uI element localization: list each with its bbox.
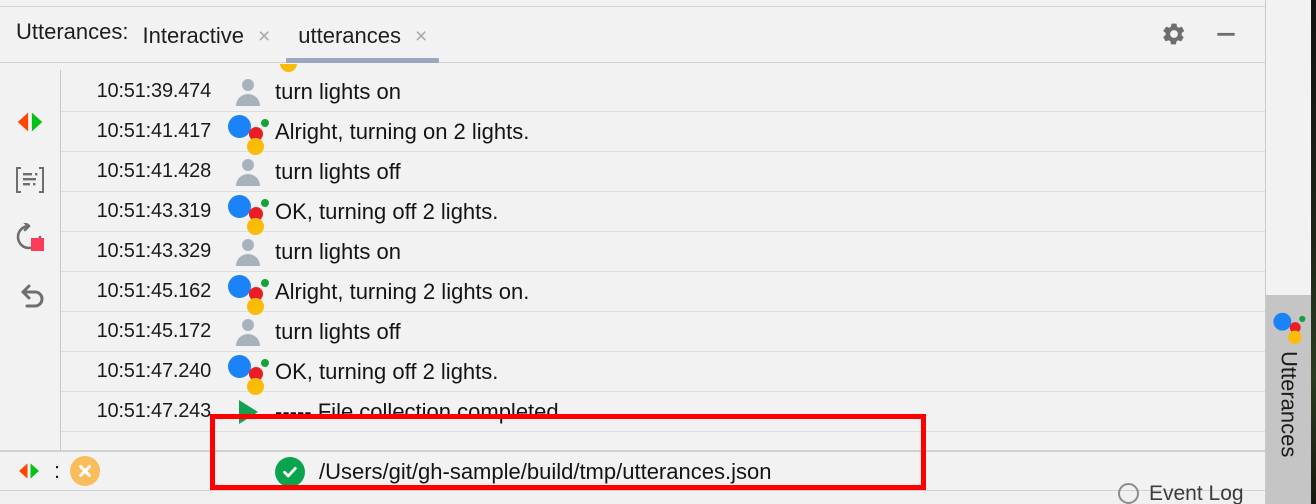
row-message: turn lights on [275, 79, 401, 105]
table-row[interactable]: 10:51:41.428 turn lights off [61, 152, 1265, 192]
utterances-tool-window: Utterances: Interactive × utterances × [0, 0, 1265, 504]
tab-bar: Utterances: Interactive × utterances × [0, 6, 1265, 63]
circle-icon [1118, 483, 1139, 504]
row-timestamp: 10:51:41.428 [61, 160, 221, 183]
window-bottom-strip [0, 492, 1265, 504]
table-row[interactable]: 10:51:41.417 Alright, turning on 2 light… [61, 112, 1265, 152]
gear-icon[interactable] [1161, 21, 1187, 47]
assistant-icon [1273, 311, 1304, 341]
tab-interactive[interactable]: Interactive × [129, 19, 285, 53]
row-message: turn lights off [275, 159, 401, 185]
right-tool-stripe: Utterances [1265, 0, 1311, 504]
status-result[interactable]: /Users/git/gh-sample/build/tmp/utterance… [275, 452, 771, 492]
warning-x-icon[interactable] [70, 456, 100, 486]
row-timestamp: 10:51:45.162 [61, 280, 221, 303]
desktop-background-edge [1311, 0, 1316, 504]
assistant-icon [221, 193, 275, 231]
sidebar-item-label: Utterances [1276, 351, 1302, 457]
close-icon[interactable]: × [258, 26, 270, 47]
row-message: Alright, turning 2 lights on. [275, 279, 529, 305]
table-row[interactable]: 10:51:45.162 Alright, turning 2 lights o… [61, 272, 1265, 312]
soft-wrap-icon[interactable] [14, 164, 46, 196]
application-root: Utterances: Interactive × utterances × [0, 0, 1316, 504]
assistant-icon [221, 353, 275, 391]
play-icon [221, 400, 275, 424]
tab-interactive-label: Interactive [143, 23, 245, 49]
user-icon [221, 77, 275, 107]
header-actions [1161, 21, 1239, 47]
user-icon [221, 157, 275, 187]
compare-icon[interactable] [14, 106, 46, 138]
table-row[interactable]: 10:51:39.474 turn lights on [61, 72, 1265, 112]
close-icon[interactable]: × [415, 26, 427, 47]
success-check-icon [275, 457, 305, 487]
table-row-file-collection[interactable]: 10:51:47.243 ----- File collection compl… [61, 392, 1265, 432]
row-timestamp: 10:51:43.329 [61, 240, 221, 263]
assistant-icon [221, 113, 275, 151]
status-separator: : [54, 458, 60, 484]
row-timestamp: 10:51:43.319 [61, 200, 221, 223]
status-result-path: /Users/git/gh-sample/build/tmp/utterance… [319, 459, 771, 485]
row-timestamp: 10:51:47.243 [61, 400, 221, 423]
row-message: OK, turning off 2 lights. [275, 359, 498, 385]
row-message: Alright, turning on 2 lights. [275, 119, 529, 145]
row-message: turn lights on [275, 239, 401, 265]
row-message: OK, turning off 2 lights. [275, 199, 498, 225]
tab-utterances-label: utterances [298, 23, 401, 49]
rerun-stop-icon[interactable] [14, 222, 46, 254]
row-timestamp: 10:51:45.172 [61, 320, 221, 343]
assistant-icon [221, 273, 275, 311]
status-bar: : /Users/git/gh-sample/build/tmp/utteran… [0, 451, 1265, 491]
undo-icon[interactable] [14, 280, 46, 312]
tab-utterances[interactable]: utterances × [284, 19, 441, 53]
event-log-button[interactable]: Event Log [1118, 483, 1244, 504]
row-message: ----- File collection completed [275, 399, 559, 425]
table-row[interactable]: 10:51:45.172 turn lights off [61, 312, 1265, 352]
clipped-row-top [61, 64, 1265, 72]
minimize-icon[interactable] [1213, 21, 1239, 47]
table-row[interactable]: 10:51:43.319 OK, turning off 2 lights. [61, 192, 1265, 232]
assistant-icon-clipped [280, 64, 297, 72]
user-icon [221, 237, 275, 267]
utterances-console[interactable]: 10:51:39.474 turn lights on 10:51:41.417… [61, 64, 1265, 451]
row-message: turn lights off [275, 319, 401, 345]
table-row[interactable]: 10:51:47.240 OK, turning off 2 lights. [61, 352, 1265, 392]
status-bar-left: : [0, 456, 100, 486]
event-log-label: Event Log [1149, 483, 1244, 504]
user-icon [221, 317, 275, 347]
tool-window-title: Utterances: [16, 19, 129, 45]
row-timestamp: 10:51:41.417 [61, 120, 221, 143]
row-timestamp: 10:51:39.474 [61, 80, 221, 103]
compare-icon[interactable] [16, 458, 42, 484]
console-toolbar [0, 64, 60, 451]
row-timestamp: 10:51:47.240 [61, 360, 221, 383]
table-row[interactable]: 10:51:43.329 turn lights on [61, 232, 1265, 272]
sidebar-item-utterances[interactable]: Utterances [1266, 295, 1311, 504]
